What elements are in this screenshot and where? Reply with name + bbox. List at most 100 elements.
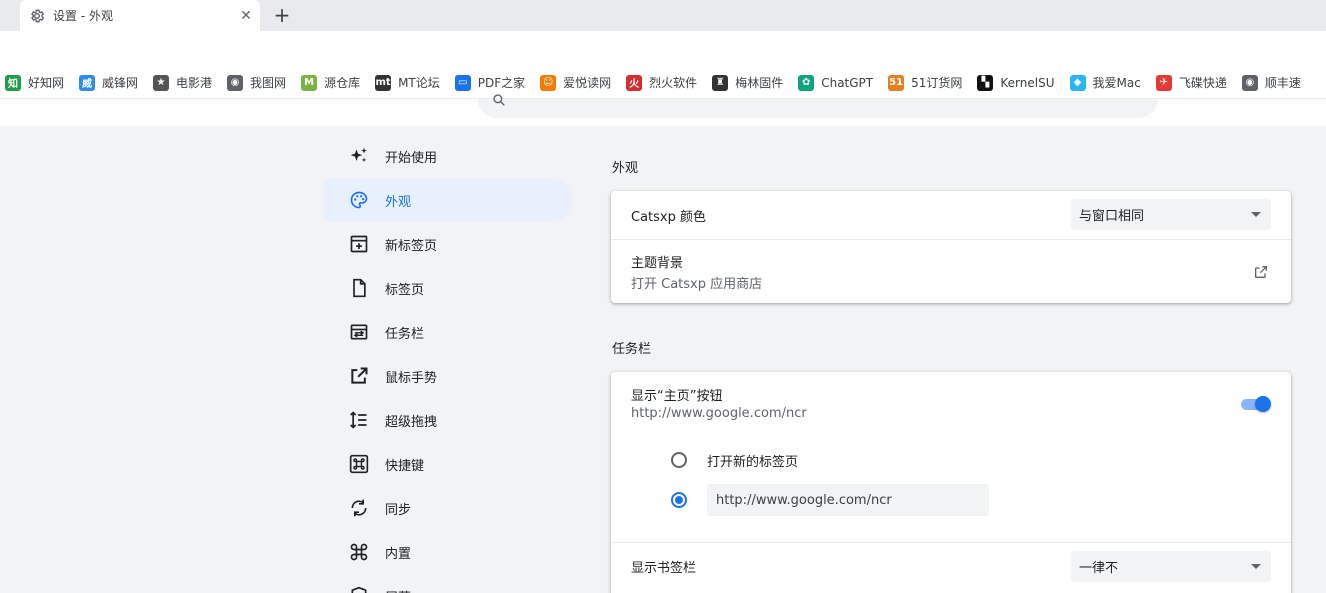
- radio-new-tab-label: 打开新的标签页: [707, 455, 799, 470]
- open-external-icon[interactable]: [1253, 264, 1269, 280]
- shield-icon: [348, 585, 370, 593]
- bookmark-item[interactable]: ◆ 我爱Mac: [1069, 74, 1141, 91]
- tab-title: 设置 - 外观: [53, 9, 113, 23]
- new-tab-button[interactable]: +: [270, 3, 294, 27]
- bookmark-label: ChatGPT: [821, 75, 874, 90]
- gear-icon: [28, 7, 46, 25]
- sparkle-icon: [348, 145, 370, 167]
- bookmark-item[interactable]: 51 51订货网: [888, 74, 962, 91]
- home-button-label: 显示“主页”按钮: [631, 389, 723, 404]
- builtin-icon: [348, 541, 370, 563]
- settings-sidebar: 开始使用外观新标签页标签页任务栏鼠标手势超级拖拽快捷键同步内置屏蔽: [324, 134, 572, 593]
- sidebar-item-sparkle[interactable]: 开始使用: [324, 134, 572, 178]
- catsxp-color-value: 与窗口相同: [1079, 209, 1145, 224]
- sidebar-item-drag[interactable]: 超级拖拽: [324, 398, 572, 442]
- bookmark-item[interactable]: ☺ 爱悦读网: [540, 74, 611, 91]
- sidebar-item-label: 鼠标手势: [385, 370, 438, 386]
- catsxp-color-select[interactable]: 与窗口相同: [1071, 199, 1271, 230]
- theme-label: 主题背景: [631, 255, 684, 271]
- search-icon: [492, 93, 506, 107]
- merlin-icon: ♜: [712, 74, 729, 91]
- command-icon: [348, 453, 370, 475]
- theme-row[interactable]: 主题背景 打开 Catsxp 应用商店: [611, 239, 1291, 303]
- radio-new-tab[interactable]: [671, 452, 687, 468]
- bookmark-item[interactable]: 知好知网: [5, 74, 64, 91]
- bookmark-item[interactable]: ✿ ChatGPT: [798, 74, 874, 91]
- tab-strip: 设置 - 外观 ✕ +: [0, 0, 1326, 31]
- bookmark-item[interactable]: 火烈火软件: [626, 74, 697, 91]
- sidebar-item-command[interactable]: 快捷键: [324, 442, 572, 486]
- bookmark-item[interactable]: M 源仓库: [301, 74, 360, 91]
- section-title-taskbar: 任务栏: [612, 342, 652, 357]
- zhi-icon: 知: [5, 74, 21, 91]
- bookmark-label: 我爱Mac: [1092, 76, 1141, 90]
- mt-icon: mt: [375, 74, 392, 91]
- palette-icon: [348, 189, 370, 211]
- bookmarks-bar-select[interactable]: 一律不: [1071, 551, 1271, 582]
- bookmark-item[interactable]: ▚ KernelSU: [977, 74, 1055, 91]
- bookmark-label: 51订货网: [911, 76, 963, 90]
- home-button-sub: http://www.google.com/ncr: [631, 406, 807, 421]
- bookmark-item[interactable]: ◉ 顺丰速: [1241, 74, 1301, 91]
- bookmark-label: 爱悦读网: [563, 76, 612, 90]
- sidebar-item-taskbar[interactable]: 任务栏: [324, 310, 572, 354]
- sidebar-item-open-external[interactable]: 鼠标手势: [324, 354, 572, 398]
- weifeng-icon: 威: [79, 74, 96, 91]
- globe-icon: ◉: [227, 74, 244, 91]
- bookmark-label: 梅林固件: [735, 76, 784, 90]
- sidebar-item-shield[interactable]: 屏蔽: [324, 574, 572, 593]
- bookmark-label: 源仓库: [324, 76, 361, 90]
- bookmark-label: 威锋网: [102, 76, 139, 90]
- radio-custom-url[interactable]: [671, 492, 687, 508]
- bookmark-label: 我图网: [250, 76, 287, 90]
- settings-search[interactable]: [478, 94, 1158, 118]
- sidebar-item-builtin[interactable]: 内置: [324, 530, 572, 574]
- sidebar-item-palette[interactable]: 外观: [324, 178, 572, 222]
- bookmark-label: 飞碟快递: [1178, 76, 1227, 90]
- toggle-knob: [1255, 396, 1271, 412]
- sidebar-item-label: 内置: [385, 546, 412, 562]
- caret-down-icon: [1251, 212, 1261, 217]
- catsxp-color-label: Catsxp 颜色: [631, 209, 706, 225]
- mac-icon: ◆: [1069, 74, 1086, 91]
- bookmark-label: 烈火软件: [649, 76, 698, 90]
- sidebar-item-label: 超级拖拽: [385, 414, 438, 430]
- fire-icon: 火: [626, 74, 643, 91]
- bookmark-item[interactable]: mt MT论坛: [375, 74, 440, 91]
- order-icon: 51: [888, 74, 905, 91]
- drag-icon: [348, 409, 370, 431]
- bookmark-item[interactable]: ▭ PDF之家: [454, 74, 525, 91]
- section-title-appearance: 外观: [612, 161, 639, 176]
- ufo-icon: ✈: [1155, 74, 1172, 91]
- taskbar-card: 显示“主页”按钮 http://www.google.com/ncr 打开新的标…: [611, 372, 1291, 593]
- page-icon: [348, 277, 370, 299]
- sidebar-item-label: 外观: [385, 194, 412, 210]
- sidebar-item-label: 任务栏: [385, 326, 425, 342]
- smile-icon: ☺: [540, 74, 557, 91]
- m-icon: M: [301, 74, 318, 91]
- chatgpt-icon: ✿: [798, 74, 815, 91]
- bookmark-label: KernelSU: [1000, 75, 1055, 90]
- open-external-icon: [348, 365, 370, 387]
- sidebar-item-sync[interactable]: 同步: [324, 486, 572, 530]
- sidebar-item-label: 标签页: [385, 282, 425, 298]
- bookmark-item[interactable]: ♜ 梅林固件: [712, 74, 783, 91]
- bookmark-item[interactable]: 威威锋网: [79, 74, 138, 91]
- sidebar-item-page[interactable]: 标签页: [324, 266, 572, 310]
- bookmark-item[interactable]: ★ 电影港: [153, 74, 212, 91]
- sidebar-item-label: 开始使用: [385, 150, 438, 166]
- tab-settings[interactable]: 设置 - 外观 ✕: [20, 0, 260, 31]
- sync-icon: [348, 497, 370, 519]
- sidebar-item-new-tab[interactable]: 新标签页: [324, 222, 572, 266]
- bookmark-item[interactable]: ✈ 飞碟快递: [1155, 74, 1227, 91]
- close-icon[interactable]: ✕: [236, 6, 256, 26]
- appearance-card: Catsxp 颜色 与窗口相同 主题背景 打开 Catsxp 应用商店: [611, 191, 1291, 303]
- kernelsu-icon: ▚: [977, 74, 994, 91]
- home-url-input[interactable]: [707, 484, 989, 516]
- bookmark-label: MT论坛: [398, 76, 440, 90]
- sidebar-item-label: 屏蔽: [385, 587, 411, 593]
- new-tab-icon: [348, 233, 370, 255]
- bookmarks-bar: 知好知网威威锋网 ★ 电影港 ◉ 我图网 M 源仓库 mt MT论坛 ▭ PDF之家 ☺ 爱悦读网火烈火…: [0, 67, 1326, 99]
- home-button-toggle[interactable]: [1239, 396, 1271, 412]
- bookmark-item[interactable]: ◉ 我图网: [227, 74, 286, 91]
